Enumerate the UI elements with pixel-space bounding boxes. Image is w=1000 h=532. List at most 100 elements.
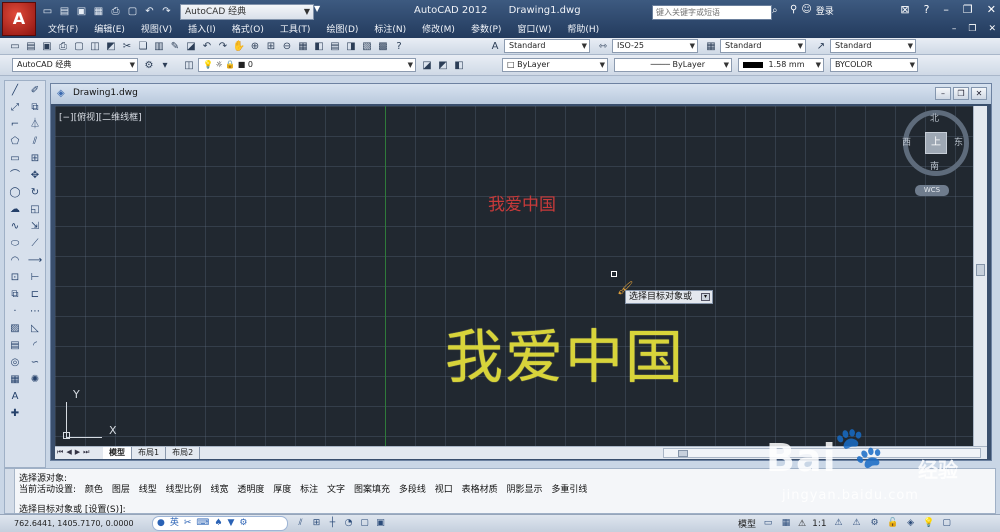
doc-close-icon[interactable]: ✕ bbox=[988, 24, 996, 34]
prev-tab-icon[interactable]: ◀ bbox=[66, 448, 71, 457]
exchange-icon[interactable]: ⊠ bbox=[900, 3, 909, 16]
menu-file[interactable]: 文件(F) bbox=[40, 22, 86, 38]
erase-icon[interactable]: ✐ bbox=[27, 84, 43, 98]
ime-keyboard-icon[interactable]: ⌨ bbox=[196, 517, 209, 530]
login-link[interactable]: 登录 bbox=[816, 4, 834, 17]
viewcube[interactable]: 北 南 东 西 上 bbox=[902, 110, 969, 176]
mirror-icon[interactable]: ⏃ bbox=[27, 118, 43, 132]
infer-constraints-icon[interactable]: ⫽ bbox=[294, 517, 307, 530]
drawing-restore-icon[interactable]: ❐ bbox=[953, 87, 969, 100]
menu-draw[interactable]: 绘图(D) bbox=[318, 22, 366, 38]
workspace-toolbar-dropdown[interactable]: AutoCAD 经典 ▼ bbox=[12, 58, 138, 72]
source-text-object[interactable]: 我爱中国 bbox=[488, 190, 556, 215]
tab-layout2[interactable]: 布局2 bbox=[166, 447, 201, 459]
undo-icon[interactable]: ↶ bbox=[142, 4, 157, 19]
viewcube-west[interactable]: 西 bbox=[902, 135, 911, 148]
ime-skin-icon[interactable]: ♠ bbox=[214, 517, 222, 530]
publish-icon[interactable]: ◫ bbox=[88, 40, 102, 53]
ortho-icon[interactable]: ┼ bbox=[326, 517, 339, 530]
menu-format[interactable]: 格式(O) bbox=[224, 22, 272, 38]
ime-mode-toggle[interactable]: 英 bbox=[170, 517, 179, 530]
calculator-icon[interactable]: ▩ bbox=[376, 40, 390, 53]
otrack-icon[interactable]: ▣ bbox=[374, 517, 387, 530]
workspace-settings-icon[interactable]: ⚙ bbox=[142, 59, 156, 72]
isolate-objects-icon[interactable]: 💡 bbox=[923, 517, 935, 530]
search-icon[interactable]: ⌕ bbox=[772, 5, 784, 20]
annotation-visibility-icon[interactable]: ⚠ bbox=[833, 517, 845, 530]
mleader-style-dropdown[interactable]: Standard ▼ bbox=[830, 39, 916, 53]
undo-tool-icon[interactable]: ↶ bbox=[200, 40, 214, 53]
properties-icon[interactable]: ▦ bbox=[296, 40, 310, 53]
layer-manager-icon[interactable]: ◫ bbox=[182, 59, 196, 72]
copy-object-icon[interactable]: ⧉ bbox=[27, 101, 43, 115]
save-tool-icon[interactable]: ▣ bbox=[40, 40, 54, 53]
help-tool-icon[interactable]: ? bbox=[392, 40, 406, 53]
rotate-icon[interactable]: ↻ bbox=[27, 186, 43, 200]
move-icon[interactable]: ✥ bbox=[27, 169, 43, 183]
construction-line-icon[interactable]: ⤢ bbox=[7, 101, 23, 115]
copy-icon[interactable]: ❏ bbox=[136, 40, 150, 53]
clean-screen-icon[interactable]: ▢ bbox=[941, 517, 953, 530]
layer-states-icon[interactable]: ◧ bbox=[452, 59, 466, 72]
user-icon[interactable]: ☺ bbox=[801, 4, 811, 17]
multiline-text-icon[interactable]: A bbox=[7, 390, 23, 404]
linetype-dropdown[interactable]: ──── ByLayer ▼ bbox=[614, 58, 732, 72]
plot-icon[interactable]: ⎙ bbox=[56, 40, 70, 53]
redo-tool-icon[interactable]: ↷ bbox=[216, 40, 230, 53]
fillet-icon[interactable]: ◜ bbox=[27, 339, 43, 353]
menu-parameter[interactable]: 参数(P) bbox=[463, 22, 509, 38]
table-style-dropdown[interactable]: Standard ▼ bbox=[720, 39, 806, 53]
lock-ui-icon[interactable]: 🔓 bbox=[887, 517, 899, 530]
mleader-style-icon[interactable]: ↗ bbox=[814, 40, 828, 53]
menu-dimension[interactable]: 标注(N) bbox=[366, 22, 414, 38]
viewport-controls-label[interactable]: [−][俯视][二维线框] bbox=[59, 110, 142, 123]
trim-icon[interactable]: ⟋ bbox=[27, 237, 43, 251]
next-tab-icon[interactable]: ▶ bbox=[75, 448, 80, 457]
layer-previous-icon[interactable]: ◩ bbox=[436, 59, 450, 72]
explode-icon[interactable]: ✺ bbox=[27, 373, 43, 387]
target-text-object[interactable]: 我爱中国 bbox=[445, 310, 685, 394]
model-space-toggle[interactable]: 模型 bbox=[738, 517, 756, 530]
wcs-menu-button[interactable]: WCS bbox=[915, 185, 949, 196]
zoom-previous-icon[interactable]: ⊖ bbox=[280, 40, 294, 53]
scale-icon[interactable]: ◱ bbox=[27, 203, 43, 217]
circle-icon[interactable]: ◯ bbox=[7, 186, 23, 200]
tooltip-options-icon[interactable]: ▾ bbox=[701, 293, 711, 301]
markup-icon[interactable]: ▧ bbox=[360, 40, 374, 53]
vertical-scroll-thumb[interactable] bbox=[976, 264, 985, 276]
region-icon[interactable]: ◎ bbox=[7, 356, 23, 370]
doc-restore-icon[interactable]: ❐ bbox=[968, 24, 976, 34]
viewcube-north[interactable]: 北 bbox=[930, 111, 939, 124]
point-icon[interactable]: · bbox=[7, 305, 23, 319]
hatch-icon[interactable]: ▨ bbox=[7, 322, 23, 336]
ellipse-icon[interactable]: ⬭ bbox=[7, 237, 23, 251]
extend-icon[interactable]: ⟶ bbox=[27, 254, 43, 268]
rectangle-icon[interactable]: ▭ bbox=[7, 152, 23, 166]
drawing-minimize-icon[interactable]: – bbox=[935, 87, 951, 100]
help-search-input[interactable] bbox=[652, 5, 772, 20]
blend-icon[interactable]: ∽ bbox=[27, 356, 43, 370]
quick-view-drawings-icon[interactable]: ▦ bbox=[780, 517, 792, 530]
paste-icon[interactable]: ▥ bbox=[152, 40, 166, 53]
dim-style-icon[interactable]: ⇿ bbox=[596, 40, 610, 53]
text-style-dropdown[interactable]: Standard ▼ bbox=[504, 39, 590, 53]
tab-layout1[interactable]: 布局1 bbox=[132, 447, 167, 459]
workspace-switch-icon[interactable]: ⚙ bbox=[869, 517, 881, 530]
workspace-dropdown[interactable]: AutoCAD 经典 ▼ bbox=[180, 4, 314, 20]
menu-modify[interactable]: 修改(M) bbox=[414, 22, 463, 38]
close-icon[interactable]: ✕ bbox=[987, 3, 996, 16]
table-style-icon[interactable]: ▦ bbox=[704, 40, 718, 53]
vertical-scrollbar[interactable] bbox=[973, 106, 987, 448]
redo-icon[interactable]: ↷ bbox=[159, 4, 174, 19]
sheet-set-icon[interactable]: ◨ bbox=[344, 40, 358, 53]
3d-print-icon[interactable]: ◩ bbox=[104, 40, 118, 53]
arc-icon[interactable]: ⌒ bbox=[7, 169, 23, 183]
customize-arrow-icon[interactable]: ▼ bbox=[314, 4, 320, 13]
menu-window[interactable]: 窗口(W) bbox=[509, 22, 559, 38]
menu-view[interactable]: 视图(V) bbox=[133, 22, 180, 38]
first-tab-icon[interactable]: ⏮ bbox=[57, 448, 63, 457]
doc-minimize-icon[interactable]: – bbox=[952, 24, 957, 34]
offset-icon[interactable]: ⫽ bbox=[27, 135, 43, 149]
plot-preview-icon[interactable]: ▢ bbox=[125, 4, 140, 19]
tool-palettes-icon[interactable]: ▤ bbox=[328, 40, 342, 53]
